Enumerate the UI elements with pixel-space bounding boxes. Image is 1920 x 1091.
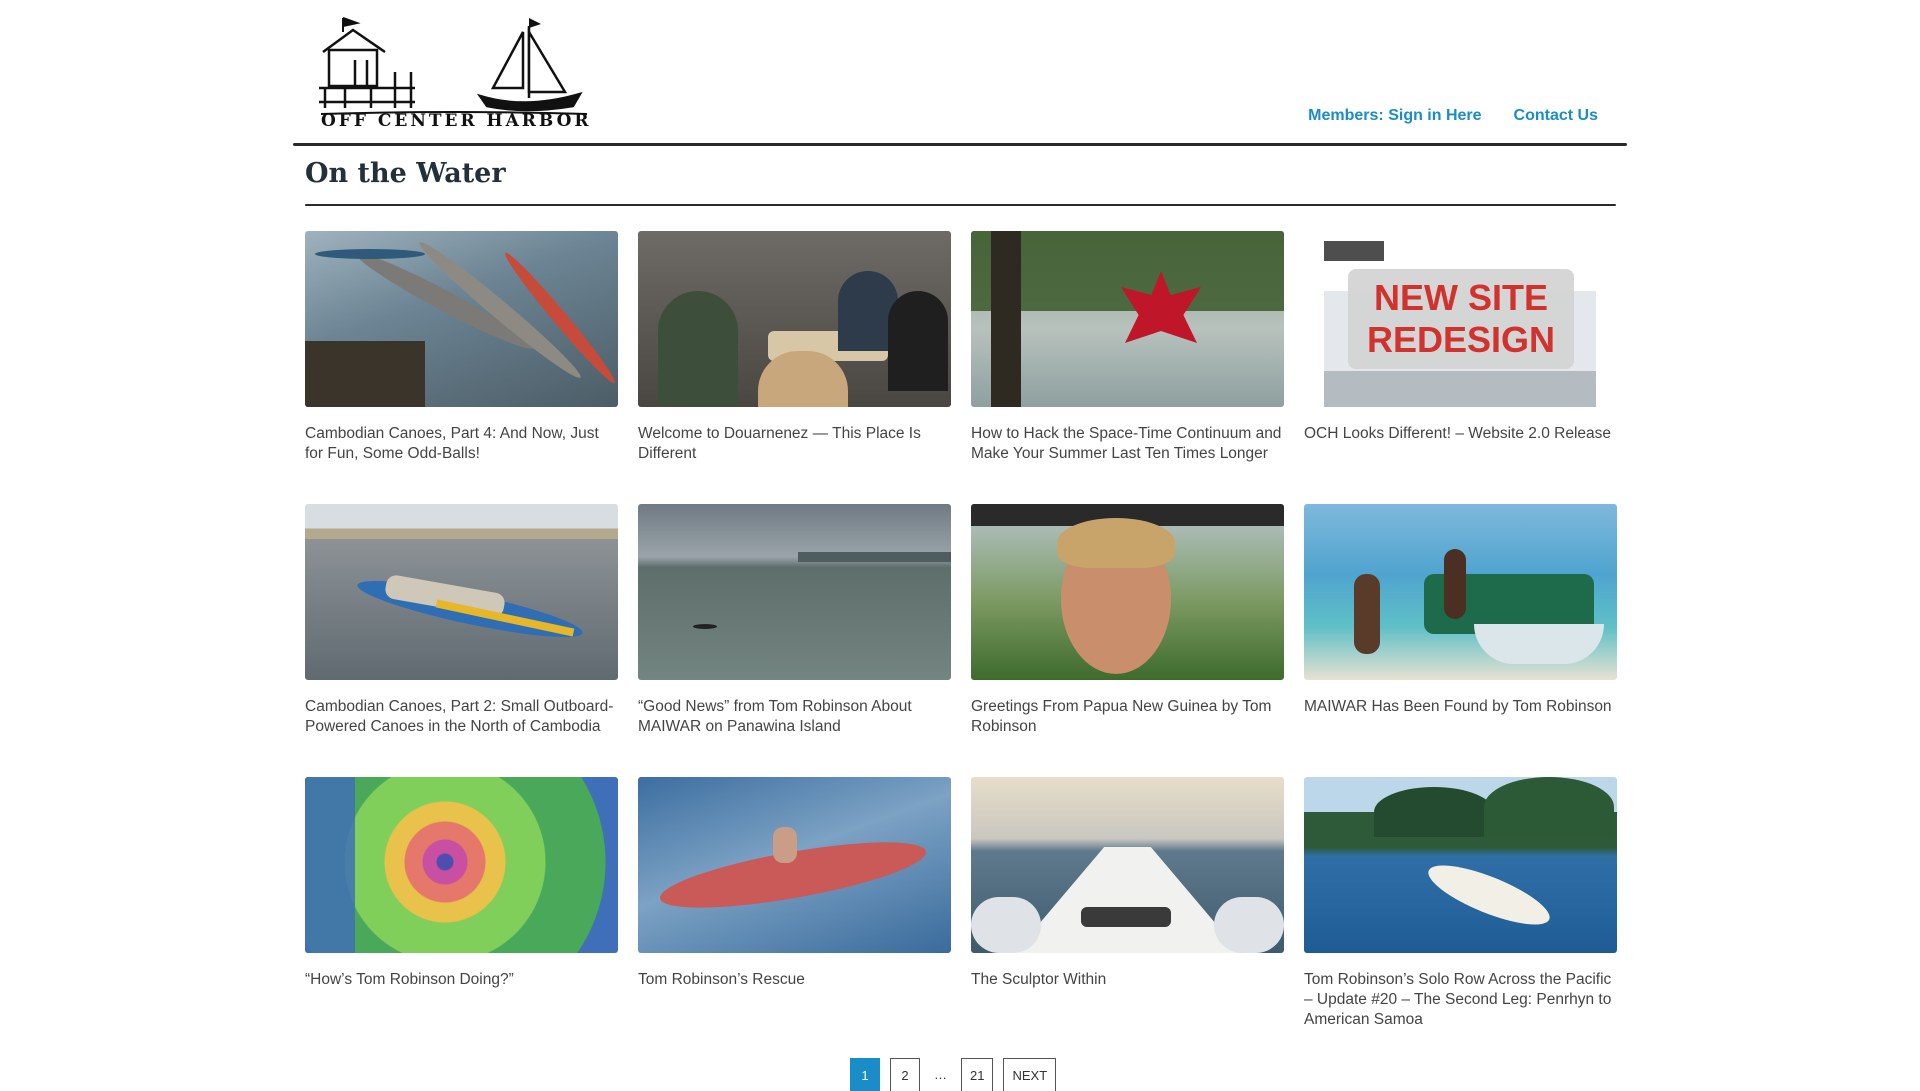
post-card[interactable]: “How’s Tom Robinson Doing?” (305, 777, 618, 1050)
post-card[interactable]: NEW SITE REDESIGN OCH Looks Different! –… (1304, 231, 1617, 504)
post-card[interactable]: How to Hack the Space-Time Continuum and… (971, 231, 1284, 504)
post-card[interactable]: Cambodian Canoes, Part 4: And Now, Just … (305, 231, 618, 504)
members-sign-in-link[interactable]: Members: Sign in Here (1308, 107, 1481, 125)
post-thumbnail[interactable] (971, 777, 1284, 953)
contact-us-link[interactable]: Contact Us (1514, 107, 1598, 125)
site-logo[interactable]: OFF CENTER HARBOR (315, 10, 590, 128)
top-nav: Members: Sign in Here Contact Us (1308, 107, 1598, 125)
post-thumbnail[interactable] (638, 777, 951, 953)
pagination-ellipsis: … (934, 1067, 947, 1082)
post-thumbnail[interactable] (305, 504, 618, 680)
post-title[interactable]: Cambodian Canoes, Part 4: And Now, Just … (305, 424, 618, 464)
post-title[interactable]: MAIWAR Has Been Found by Tom Robinson (1304, 697, 1617, 717)
post-title[interactable]: “How’s Tom Robinson Doing?” (305, 970, 618, 990)
site-header: OFF CENTER HARBOR Members: Sign in Here … (290, 0, 1627, 145)
title-divider (305, 204, 1616, 206)
post-title[interactable]: How to Hack the Space-Time Continuum and… (971, 424, 1284, 464)
post-title[interactable]: Cambodian Canoes, Part 2: Small Outboard… (305, 697, 618, 737)
logo-wordmark: OFF CENTER HARBOR (321, 111, 590, 128)
post-title[interactable]: Welcome to Douarnenez — This Place Is Di… (638, 424, 951, 464)
post-thumbnail[interactable] (971, 231, 1284, 407)
post-thumbnail[interactable] (1304, 504, 1617, 680)
post-card[interactable]: MAIWAR Has Been Found by Tom Robinson (1304, 504, 1617, 777)
pagination: 1 2 … 21 NEXT (850, 1058, 1057, 1091)
page-2-button[interactable]: 2 (890, 1058, 920, 1091)
redesign-overlay-text: NEW SITE REDESIGN (1366, 277, 1556, 360)
post-card[interactable]: “Good News” from Tom Robinson About MAIW… (638, 504, 951, 777)
next-page-button[interactable]: NEXT (1003, 1058, 1057, 1091)
post-thumbnail[interactable] (305, 231, 618, 407)
post-title[interactable]: Tom Robinson’s Rescue (638, 970, 951, 990)
post-card[interactable]: Tom Robinson’s Solo Row Across the Pacif… (1304, 777, 1617, 1050)
page-1-button[interactable]: 1 (850, 1058, 880, 1091)
header-divider (293, 143, 1627, 146)
post-title[interactable]: Greetings From Papua New Guinea by Tom R… (971, 697, 1284, 737)
post-grid: Cambodian Canoes, Part 4: And Now, Just … (305, 231, 1617, 1050)
post-card[interactable]: The Sculptor Within (971, 777, 1284, 1050)
page-21-button[interactable]: 21 (961, 1058, 994, 1091)
redesign-overlay: NEW SITE REDESIGN (1348, 269, 1574, 369)
post-thumbnail[interactable] (638, 231, 951, 407)
post-title[interactable]: “Good News” from Tom Robinson About MAIW… (638, 697, 951, 737)
post-card[interactable]: Greetings From Papua New Guinea by Tom R… (971, 504, 1284, 777)
logo-illustration: OFF CENTER HARBOR (319, 17, 590, 128)
post-thumbnail[interactable]: NEW SITE REDESIGN (1304, 231, 1617, 407)
post-card[interactable]: Tom Robinson’s Rescue (638, 777, 951, 1050)
post-thumbnail[interactable] (1304, 777, 1617, 953)
post-card[interactable]: Welcome to Douarnenez — This Place Is Di… (638, 231, 951, 504)
post-title[interactable]: The Sculptor Within (971, 970, 1284, 990)
post-thumbnail[interactable] (638, 504, 951, 680)
post-thumbnail[interactable] (305, 777, 618, 953)
page-title: On the Water (305, 158, 506, 189)
post-thumbnail[interactable] (971, 504, 1284, 680)
post-title[interactable]: OCH Looks Different! – Website 2.0 Relea… (1304, 424, 1617, 444)
post-card[interactable]: Cambodian Canoes, Part 2: Small Outboard… (305, 504, 618, 777)
post-title[interactable]: Tom Robinson’s Solo Row Across the Pacif… (1304, 970, 1617, 1030)
